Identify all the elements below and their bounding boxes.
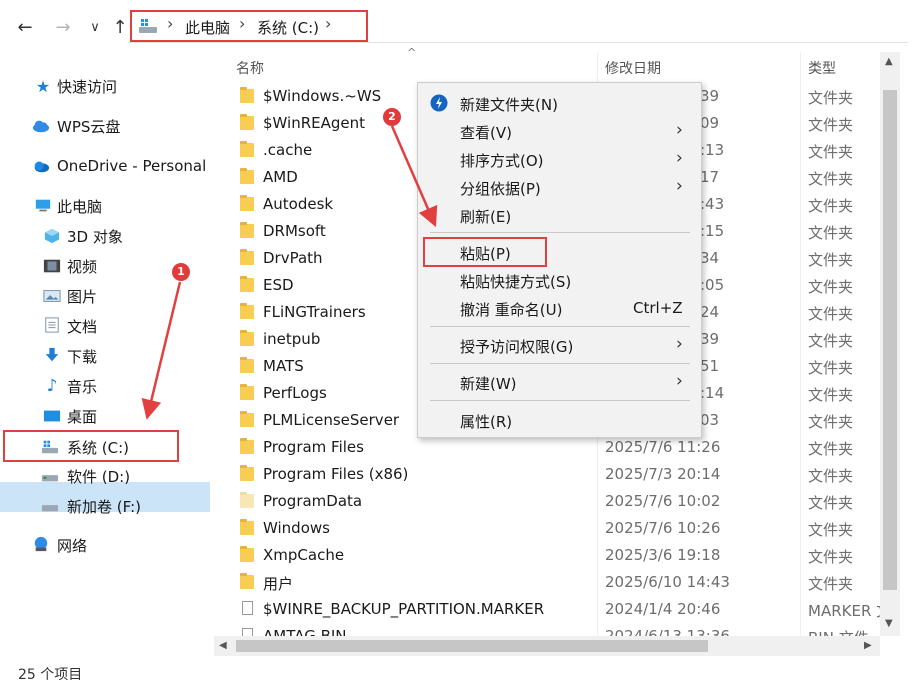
step-badge-1: 1 <box>172 263 190 281</box>
annotation-arrow-1 <box>141 281 182 420</box>
annotation-overlay <box>141 125 438 420</box>
step-badge-2: 2 <box>383 108 401 126</box>
annotation-arrow-2 <box>390 125 438 228</box>
